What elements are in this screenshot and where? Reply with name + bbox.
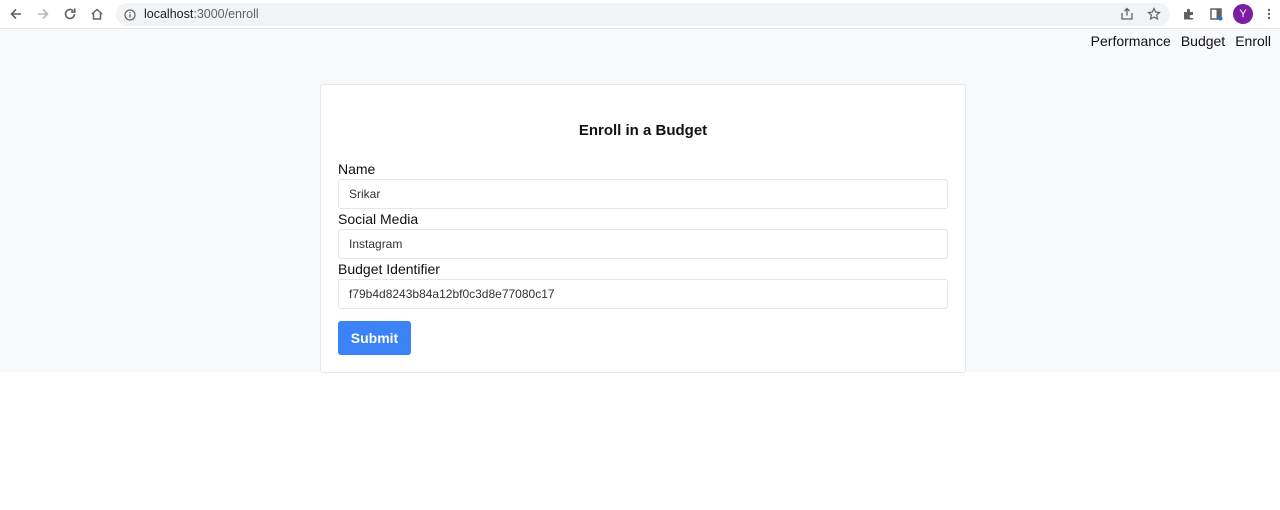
submit-button[interactable]: Submit: [338, 321, 411, 355]
address-bar[interactable]: localhost:3000/enroll: [116, 3, 1170, 26]
nav-link-enroll[interactable]: Enroll: [1235, 33, 1271, 49]
forward-arrow-icon[interactable]: [32, 4, 54, 24]
reload-icon[interactable]: [59, 4, 81, 24]
side-panel-icon[interactable]: [1205, 4, 1227, 24]
nav-link-performance[interactable]: Performance: [1091, 33, 1171, 49]
nav-link-budget[interactable]: Budget: [1181, 33, 1225, 49]
url-host: localhost: [144, 7, 194, 21]
profile-initial: Y: [1239, 8, 1247, 20]
extensions-puzzle-icon[interactable]: [1178, 4, 1200, 24]
budget-identifier-label: Budget Identifier: [338, 261, 440, 277]
name-input[interactable]: [338, 179, 948, 209]
name-label: Name: [338, 161, 376, 177]
site-info-icon[interactable]: [124, 8, 136, 26]
url-text: localhost:3000/enroll: [144, 7, 259, 21]
enroll-form-card: Enroll in a Budget Name Social Media Bud…: [320, 84, 966, 373]
share-icon[interactable]: [1120, 7, 1134, 26]
back-arrow-icon[interactable]: [5, 4, 27, 24]
browser-menu-icon[interactable]: [1258, 4, 1280, 24]
top-navigation: Performance Budget Enroll: [1091, 33, 1271, 49]
bookmark-star-icon[interactable]: [1147, 7, 1161, 26]
social-media-label: Social Media: [338, 211, 419, 227]
home-icon[interactable]: [86, 4, 108, 24]
url-path: :3000/enroll: [193, 7, 259, 21]
profile-avatar[interactable]: Y: [1233, 4, 1253, 24]
social-media-input[interactable]: [338, 229, 948, 259]
budget-identifier-input[interactable]: [338, 279, 948, 309]
form-title: Enroll in a Budget: [578, 122, 708, 139]
browser-toolbar: localhost:3000/enroll Y: [0, 0, 1280, 29]
